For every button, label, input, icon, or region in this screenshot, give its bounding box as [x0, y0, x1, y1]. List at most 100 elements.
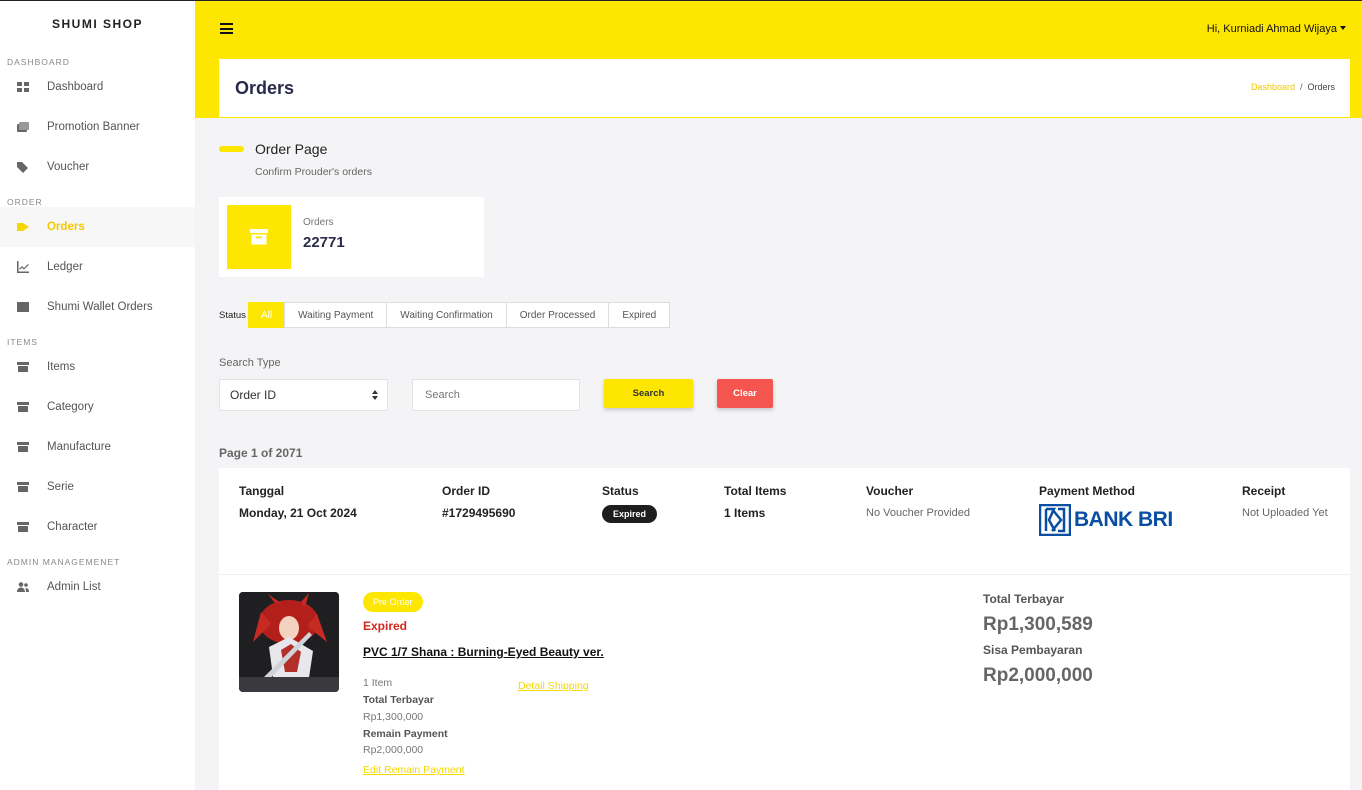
bank-bri-mark-icon [1039, 504, 1071, 536]
item-total-paid-value: Rp1,300,000 [363, 711, 424, 723]
summary-remain-label: Sisa Pembayaran [983, 643, 1083, 657]
chart-line-icon [17, 261, 29, 273]
product-name-link[interactable]: PVC 1/7 Shana : Burning-Eyed Beauty ver. [363, 645, 604, 659]
sidebar-item-label: Promotion Banner [47, 121, 140, 133]
sidebar-item-label: Voucher [47, 161, 90, 173]
breadcrumb-home-link[interactable]: Dashboard [1251, 82, 1295, 92]
clear-button[interactable]: Clear [717, 379, 773, 408]
section-accent-bar [219, 146, 244, 152]
status-badge: Expired [602, 505, 658, 523]
section-dashboard: DASHBOARD [7, 57, 70, 67]
col-payment-method: Payment Method BANK BRI [1039, 484, 1173, 536]
order-header: Tanggal Monday, 21 Oct 2024 Order ID #17… [219, 468, 1350, 575]
archive-icon [17, 361, 29, 373]
tags-icon [17, 161, 29, 173]
tab-all[interactable]: All [247, 302, 286, 328]
brand-logo[interactable]: SHUMI SHOP [0, 1, 195, 47]
detail-shipping-link[interactable]: Detail Shipping [518, 680, 589, 692]
col-header: Receipt [1242, 484, 1286, 498]
col-header: Total Items [724, 484, 787, 498]
caret-down-icon [1340, 26, 1346, 30]
sidebar-item-manufacture[interactable]: Manufacture [0, 427, 195, 467]
archive-icon [17, 481, 29, 493]
search-type-select[interactable]: Order ID [219, 379, 388, 411]
receipt-value: Not Uploaded Yet [1242, 507, 1328, 519]
sidebar-item-ledger[interactable]: Ledger [0, 247, 195, 287]
menu-icon[interactable] [220, 23, 233, 34]
sidebar-item-voucher[interactable]: Voucher [0, 147, 195, 187]
archive-icon [227, 205, 291, 269]
status-filter: Status All Waiting Payment Waiting Confi… [219, 302, 671, 328]
user-menu[interactable]: Hi, Kurniadi Ahmad Wijaya [1207, 23, 1346, 35]
tab-order-processed[interactable]: Order Processed [505, 302, 610, 328]
sidebar-item-label: Admin List [47, 581, 101, 593]
search-input[interactable] [412, 379, 580, 411]
col-header: Payment Method [1039, 484, 1136, 498]
summary-paid-label: Total Terbayar [983, 592, 1064, 606]
sidebar-item-dashboard[interactable]: Dashboard [0, 67, 195, 107]
sidebar-item-items[interactable]: Items [0, 347, 195, 387]
stat-label: Orders [303, 217, 334, 228]
col-voucher: Voucher No Voucher Provided [866, 484, 970, 519]
tab-waiting-confirmation[interactable]: Waiting Confirmation [386, 302, 507, 328]
page-header: Orders Dashboard / Orders [219, 59, 1350, 117]
archive-icon [17, 521, 29, 533]
sidebar-item-label: Orders [47, 221, 85, 233]
order-card: Tanggal Monday, 21 Oct 2024 Order ID #17… [219, 468, 1350, 790]
status-filter-label: Status [219, 309, 246, 321]
payment-method-text: BANK BRI [1074, 508, 1173, 531]
stat-value: 22771 [303, 234, 345, 251]
col-header: Voucher [866, 484, 914, 498]
sidebar-item-label: Character [47, 521, 98, 533]
breadcrumb-current: Orders [1307, 82, 1335, 92]
col-header: Tanggal [239, 484, 285, 498]
col-order-id: Order ID #1729495690 [442, 484, 515, 520]
search-button[interactable]: Search [604, 379, 693, 408]
tag-icon [17, 221, 29, 233]
sidebar-item-shumi-wallet-orders[interactable]: Shumi Wallet Orders [0, 287, 195, 327]
col-receipt: Receipt Not Uploaded Yet [1242, 484, 1328, 519]
breadcrumb: Dashboard / Orders [1251, 82, 1335, 92]
sidebar-item-label: Dashboard [47, 81, 104, 93]
voucher-value: No Voucher Provided [866, 507, 970, 519]
archive-icon [17, 441, 29, 453]
sidebar-item-orders[interactable]: Orders [0, 207, 195, 247]
item-qty: 1 Item [363, 677, 393, 689]
summary-remain-value: Rp2,000,000 [983, 665, 1093, 686]
bank-bri-logo: BANK BRI [1039, 504, 1173, 536]
product-image[interactable] [239, 592, 339, 692]
sidebar: SHUMI SHOP DASHBOARD Dashboard Promotion… [0, 0, 195, 790]
section-title: Order Page [255, 141, 328, 157]
total-items: 1 Items [724, 506, 766, 520]
sidebar-item-label: Ledger [47, 261, 83, 273]
order-date: Monday, 21 Oct 2024 [239, 506, 357, 520]
search-type-label: Search Type [219, 357, 281, 369]
order-id: #1729495690 [442, 506, 516, 520]
sidebar-item-admin-list[interactable]: Admin List [0, 567, 195, 607]
sidebar-item-label: Category [47, 401, 94, 413]
section-items: ITEMS [7, 337, 38, 347]
tab-expired[interactable]: Expired [608, 302, 671, 328]
images-icon [17, 121, 29, 133]
col-total-items: Total Items 1 Items [724, 484, 786, 520]
sidebar-item-character[interactable]: Character [0, 507, 195, 547]
col-date: Tanggal Monday, 21 Oct 2024 [239, 484, 357, 520]
edit-remain-payment-link[interactable]: Edit Remain Payment [363, 764, 465, 776]
item-status: Expired [363, 619, 408, 633]
item-remain-value: Rp2,000,000 [363, 744, 424, 756]
summary-paid-value: Rp1,300,589 [983, 614, 1093, 635]
figure-image [239, 592, 339, 692]
search-type-value: Order ID [230, 388, 277, 402]
grid-icon [17, 81, 29, 93]
sidebar-item-promotion-banner[interactable]: Promotion Banner [0, 107, 195, 147]
tab-waiting-payment[interactable]: Waiting Payment [284, 302, 388, 328]
sidebar-item-serie[interactable]: Serie [0, 467, 195, 507]
col-header: Status [602, 484, 639, 498]
sidebar-item-category[interactable]: Category [0, 387, 195, 427]
archive-icon [17, 401, 29, 413]
sidebar-item-label: Shumi Wallet Orders [47, 301, 153, 313]
item-remain-label: Remain Payment [363, 728, 448, 740]
breadcrumb-separator: / [1299, 82, 1303, 92]
item-total-paid-label: Total Terbayar [363, 694, 434, 706]
pagination-info: Page 1 of 2071 [219, 446, 303, 460]
